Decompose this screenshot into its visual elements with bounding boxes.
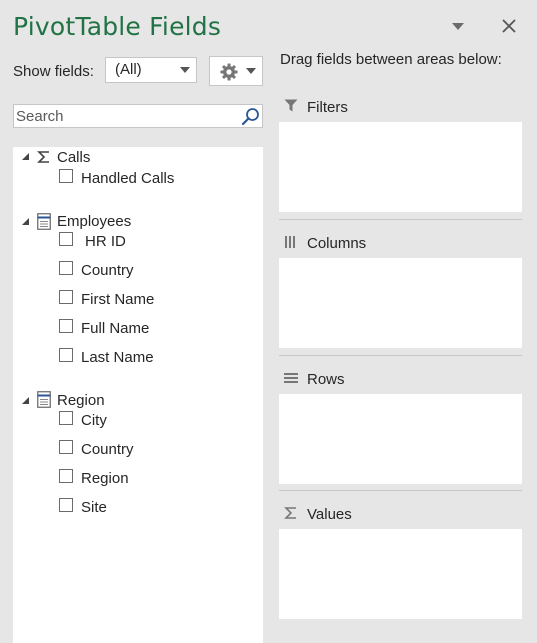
field-label[interactable]: HR ID bbox=[85, 233, 126, 250]
chevron-down-icon bbox=[452, 22, 464, 30]
checkbox-site[interactable] bbox=[59, 498, 73, 512]
chevron-down-icon bbox=[180, 67, 190, 73]
table-label-calls[interactable]: Calls bbox=[57, 149, 90, 166]
area-divider bbox=[279, 490, 522, 491]
chevron-down-icon bbox=[246, 68, 256, 74]
collapse-triangle-icon[interactable] bbox=[21, 396, 30, 405]
area-divider bbox=[279, 355, 522, 356]
rows-area[interactable] bbox=[279, 394, 522, 484]
collapse-triangle-icon[interactable] bbox=[21, 152, 30, 161]
close-icon bbox=[502, 19, 516, 33]
field-label[interactable]: Site bbox=[81, 499, 107, 516]
checkbox-handled-calls[interactable] bbox=[59, 169, 73, 183]
field-label[interactable]: Handled Calls bbox=[81, 170, 174, 187]
search-box[interactable] bbox=[13, 104, 263, 128]
checkbox-full-name[interactable] bbox=[59, 319, 73, 333]
checkbox-city[interactable] bbox=[59, 411, 73, 425]
table-icon bbox=[37, 213, 51, 230]
columns-icon bbox=[285, 236, 295, 248]
sigma-icon bbox=[284, 507, 296, 519]
show-fields-label: Show fields: bbox=[13, 63, 94, 80]
area-divider bbox=[279, 219, 522, 220]
field-label[interactable]: Country bbox=[81, 262, 134, 279]
show-fields-select[interactable]: (All) bbox=[105, 57, 197, 83]
checkbox-region[interactable] bbox=[59, 469, 73, 483]
values-area[interactable] bbox=[279, 529, 522, 619]
field-label[interactable]: Last Name bbox=[81, 349, 154, 366]
field-list[interactable]: Calls Handled Calls Employees HR ID Coun… bbox=[13, 147, 263, 643]
tools-button[interactable] bbox=[209, 56, 263, 86]
table-label-employees[interactable]: Employees bbox=[57, 213, 131, 230]
pane-options-dropdown[interactable] bbox=[448, 18, 468, 34]
values-label: Values bbox=[307, 506, 352, 523]
field-label[interactable]: Region bbox=[81, 470, 129, 487]
drag-hint: Drag fields between areas below: bbox=[280, 51, 502, 68]
close-button[interactable] bbox=[497, 14, 521, 38]
table-label-region[interactable]: Region bbox=[57, 392, 105, 409]
checkbox-country[interactable] bbox=[59, 261, 73, 275]
checkbox-first-name[interactable] bbox=[59, 290, 73, 304]
filters-label: Filters bbox=[307, 99, 348, 116]
checkbox-last-name[interactable] bbox=[59, 348, 73, 362]
table-icon bbox=[37, 391, 51, 408]
checkbox-country[interactable] bbox=[59, 440, 73, 454]
columns-label: Columns bbox=[307, 235, 367, 252]
columns-area[interactable] bbox=[279, 258, 522, 348]
rows-label: Rows bbox=[307, 371, 345, 388]
field-label[interactable]: First Name bbox=[81, 291, 154, 308]
collapse-triangle-icon[interactable] bbox=[21, 217, 30, 226]
sigma-icon bbox=[37, 151, 49, 163]
rows-icon bbox=[284, 373, 298, 383]
filters-area[interactable] bbox=[279, 122, 522, 212]
gear-icon bbox=[220, 63, 238, 81]
checkbox-hr-id[interactable] bbox=[59, 232, 73, 246]
field-label[interactable]: Full Name bbox=[81, 320, 149, 337]
field-label[interactable]: City bbox=[81, 412, 107, 429]
pane-title: PivotTable Fields bbox=[13, 12, 222, 41]
field-label[interactable]: Country bbox=[81, 441, 134, 458]
filter-icon bbox=[284, 99, 298, 112]
search-input[interactable] bbox=[14, 105, 238, 127]
show-fields-value: (All) bbox=[115, 61, 142, 78]
search-icon[interactable] bbox=[241, 107, 260, 126]
